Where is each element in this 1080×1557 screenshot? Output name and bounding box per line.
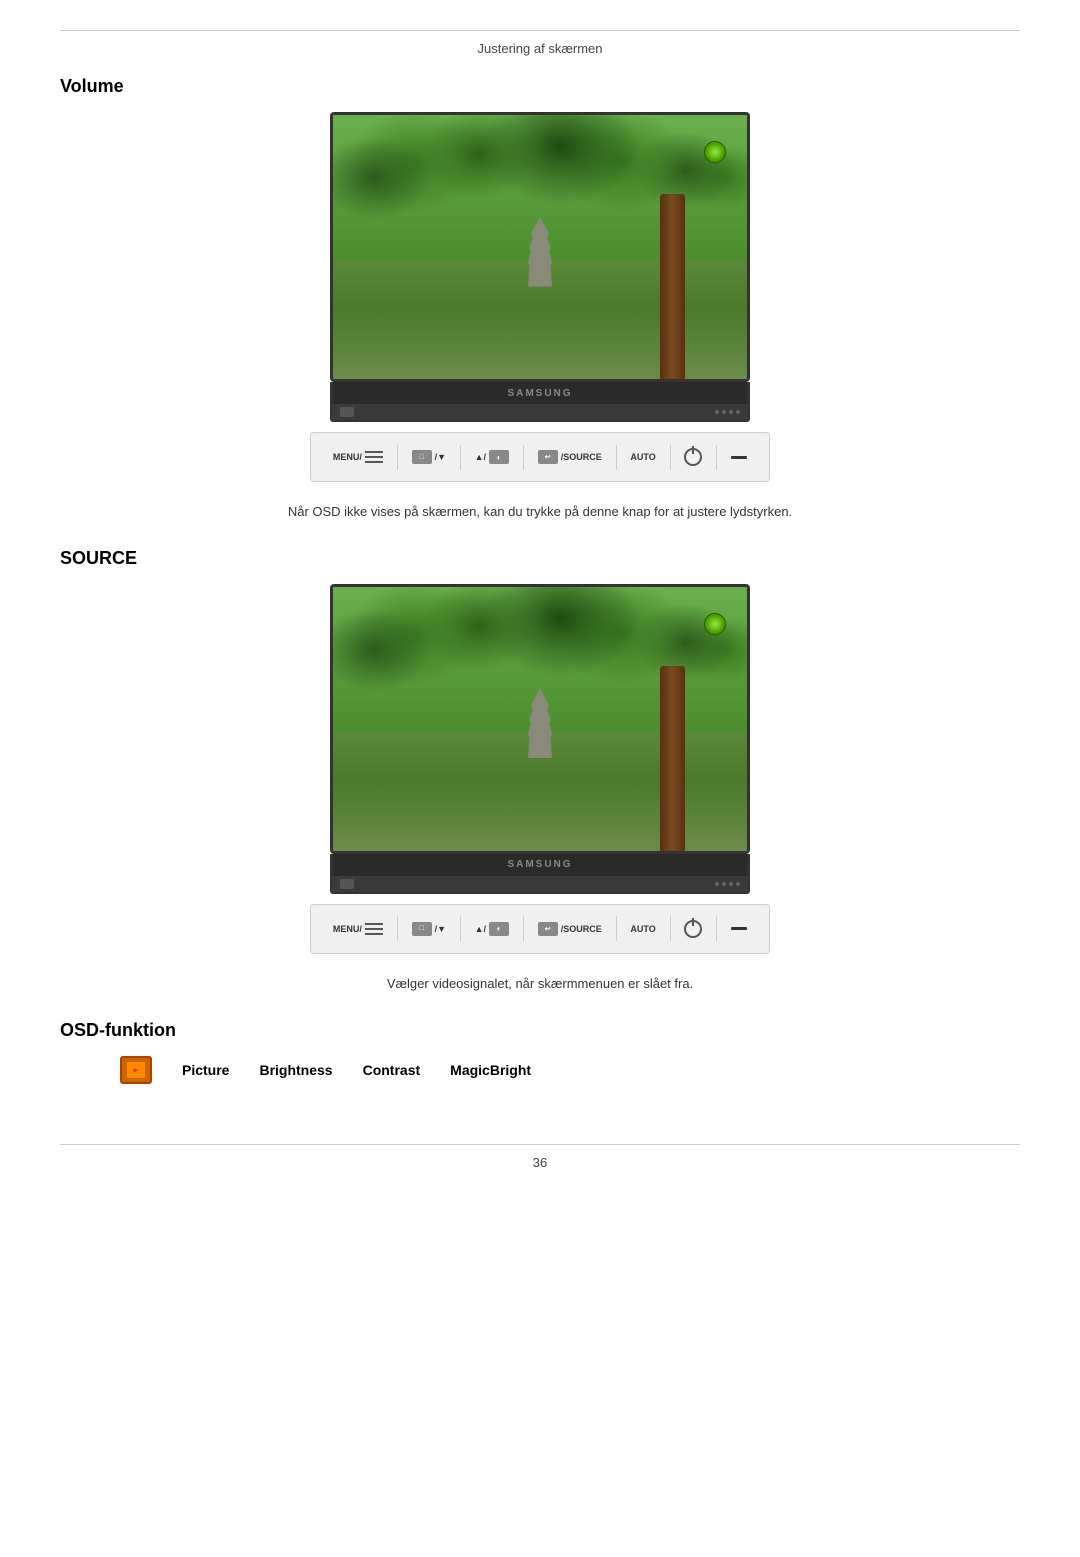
source-button[interactable]: ↩ /SOURCE (538, 450, 602, 464)
ctrl-divider-2 (460, 445, 461, 470)
osd-picture-icon (120, 1056, 152, 1084)
page-number: 36 (0, 1155, 1080, 1170)
source-menu-label: MENU/ (333, 924, 362, 934)
auto-label: AUTO (630, 452, 655, 462)
source-monitor-dots (715, 882, 740, 886)
up-arrow: ▲/ (475, 452, 486, 462)
osd-funktion-title: OSD-funktion (60, 1020, 1020, 1041)
pagoda (525, 217, 555, 287)
header-title: Justering af skærmen (478, 41, 603, 56)
brightness-icon: ◐ (489, 450, 509, 464)
source-up-arrow: ▲/ (475, 924, 486, 934)
osd-menu-row: Picture Brightness Contrast MagicBright (120, 1056, 1020, 1084)
monitor-dot-3 (729, 410, 733, 414)
source-picture-icon: □ (412, 922, 432, 936)
source-arrow-down-label: /▼ (435, 924, 446, 934)
source-return-icon: ↩ (538, 922, 558, 936)
samsung-brand-text: SAMSUNG (507, 388, 572, 399)
ctrl-divider-4 (616, 445, 617, 470)
power-button[interactable] (684, 448, 702, 466)
source-ctrl-divider-3 (523, 916, 524, 941)
source-ctrl-divider-2 (460, 916, 461, 941)
source-monitor-screen (330, 584, 750, 854)
source-monitor-dot-1 (715, 882, 719, 886)
source-source-label: /SOURCE (561, 924, 602, 934)
source-brightness-icon: ◐ (489, 922, 509, 936)
volume-brand-bar: SAMSUNG (330, 382, 750, 404)
volume-monitor-container: SAMSUNG (60, 112, 1020, 482)
source-description: Vælger videosignalet, når skærmmenuen er… (60, 974, 1020, 995)
arrow-down-label: /▼ (435, 452, 446, 462)
source-section: SOURCE (60, 548, 1020, 995)
ctrl-divider-3 (523, 445, 524, 470)
source-title: SOURCE (60, 548, 1020, 569)
auto-button[interactable]: AUTO (630, 452, 655, 462)
source-monitor-container: SAMSUNG (60, 584, 1020, 954)
osd-menu-item-picture: Picture (182, 1062, 229, 1078)
volume-monitor-wrapper: SAMSUNG (310, 112, 770, 482)
source-ctrl-divider-4 (616, 916, 617, 941)
monitor-dot-2 (722, 410, 726, 414)
return-icon: ↩ (538, 450, 558, 464)
source-pagoda (525, 688, 555, 758)
tree-trunk (660, 194, 685, 379)
volume-control-panel: MENU/ □ /▼ (310, 432, 770, 482)
source-monitor-btn-1 (340, 879, 354, 889)
source-monitor-dot-3 (729, 882, 733, 886)
ctrl-divider-5 (670, 445, 671, 470)
top-divider (60, 30, 1020, 31)
source-buttons-bar (330, 876, 750, 894)
volume-description: Når OSD ikke vises på skærmen, kan du tr… (60, 502, 1020, 523)
source-samsung-brand-text: SAMSUNG (507, 859, 572, 870)
osd-funktion-section: OSD-funktion Picture Brightness Contrast… (60, 1020, 1020, 1084)
osd-menu-item-brightness: Brightness (259, 1062, 332, 1078)
main-content: Volume (0, 76, 1080, 1084)
osd-picture-icon-inner (126, 1061, 146, 1079)
source-auto-button[interactable]: AUTO (630, 924, 655, 934)
source-control-panel: MENU/ □ /▼ (310, 904, 770, 954)
source-minus-button[interactable] (731, 927, 747, 930)
page-header: Justering af skærmen (0, 41, 1080, 56)
picture-icon: □ (412, 450, 432, 464)
source-menu-button[interactable]: MENU/ (333, 922, 383, 936)
volume-garden-scene (333, 115, 747, 379)
monitor-dot-4 (736, 410, 740, 414)
monitor-btn-1 (340, 407, 354, 417)
volume-buttons-bar (330, 404, 750, 422)
source-monitor-wrapper: SAMSUNG (310, 584, 770, 954)
volume-title: Volume (60, 76, 1020, 97)
page-container: Justering af skærmen Volume (0, 30, 1080, 1557)
source-pagoda-body (525, 688, 555, 758)
source-auto-label: AUTO (630, 924, 655, 934)
osd-menu-item-magicbright: MagicBright (450, 1062, 531, 1078)
source-ctrl-divider-5 (670, 916, 671, 941)
menu-button[interactable]: MENU/ (333, 450, 383, 464)
source-monitor-dot-2 (722, 882, 726, 886)
osd-menu-item-contrast: Contrast (363, 1062, 421, 1078)
source-ctrl-divider-1 (397, 916, 398, 941)
menu-label: MENU/ (333, 452, 362, 462)
source-brightness-button[interactable]: ▲/ ◐ (475, 922, 509, 936)
pagoda-body (525, 217, 555, 287)
volume-monitor-screen (330, 112, 750, 382)
source-label: /SOURCE (561, 452, 602, 462)
source-picture-button[interactable]: □ /▼ (412, 922, 446, 936)
ctrl-divider-6 (716, 445, 717, 470)
monitor-dot-1 (715, 410, 719, 414)
picture-button[interactable]: □ /▼ (412, 450, 446, 464)
source-source-button[interactable]: ↩ /SOURCE (538, 922, 602, 936)
ctrl-divider-1 (397, 445, 398, 470)
source-power-button[interactable] (684, 920, 702, 938)
source-brand-bar: SAMSUNG (330, 854, 750, 876)
source-ctrl-divider-6 (716, 916, 717, 941)
minus-button[interactable] (731, 456, 747, 459)
brightness-button[interactable]: ▲/ ◐ (475, 450, 509, 464)
monitor-dots (715, 410, 740, 414)
volume-section: Volume (60, 76, 1020, 523)
source-tree-trunk (660, 666, 685, 851)
bottom-divider (60, 1144, 1020, 1145)
source-monitor-dot-4 (736, 882, 740, 886)
source-garden-scene (333, 587, 747, 851)
